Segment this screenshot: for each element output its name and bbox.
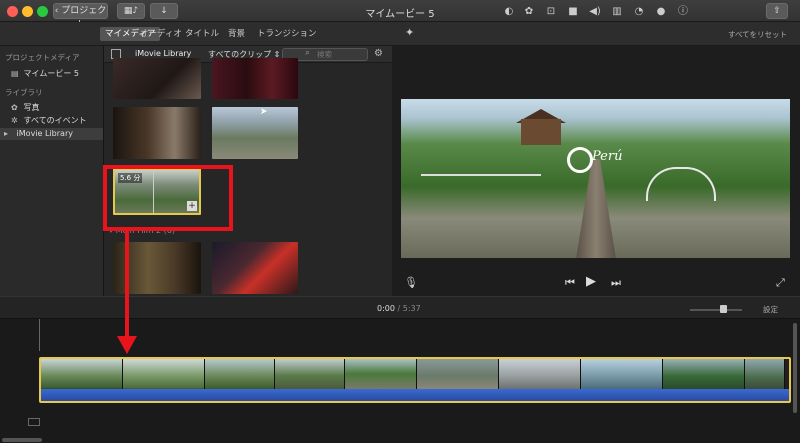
photos-icon: ✿ [11,103,18,112]
audio-waveform [41,389,789,401]
scene-tracks [576,159,616,258]
time-separator: / [394,304,403,313]
search-input[interactable] [317,50,365,59]
timeline-view-icon[interactable] [28,418,40,426]
sidebar-item-label: マイムービー 5 [23,69,80,78]
scene-house [521,119,561,145]
reset-all-button[interactable]: すべてをリセット [728,29,787,40]
playhead[interactable] [39,319,40,351]
drag-arrow-annotation [125,229,129,339]
scene-fence [421,174,541,194]
sidebar-item-label: iMovie Library [16,129,73,138]
filter-icon[interactable]: ● [652,3,670,21]
browser-title: iMovie Library [135,49,192,58]
sidebar-item-label: 写真 [23,103,40,112]
tab-titles[interactable]: タイトル [180,27,224,41]
timeline-header: 0:00 / 5:37 設定 [0,297,800,319]
scene-railing [646,167,716,201]
share-icon: ⇧ [773,6,781,16]
timeline-settings-button[interactable]: 設定 [763,304,778,315]
skip-back-icon[interactable]: ⏮ [565,276,575,290]
tab-transitions[interactable]: トランジション [252,27,322,41]
peru-brand-logo [567,147,593,173]
timeline-panel: 0:00 / 5:37 設定 [0,296,800,443]
project-media-heading: プロジェクトメディア [5,53,80,62]
zoom-slider-track[interactable] [690,309,742,311]
clapper-icon: ▤ [11,69,19,78]
clip-thumbnail[interactable] [113,58,201,99]
content-tab-bar: マイメディア オーディオ タイトル 背景 トランジション [0,22,800,46]
magic-wand-icon[interactable]: ✦ [405,26,414,39]
horizontal-scrollbar[interactable] [2,438,42,442]
microphone-icon[interactable]: 🎙 [404,276,418,289]
speed-icon[interactable]: ◔ [630,3,648,21]
palette-icon[interactable]: ✿ [520,3,538,21]
equalizer-icon[interactable]: ▥ [608,3,626,21]
clip-thumbnail[interactable] [212,107,298,159]
fullscreen-icon[interactable]: ⤢ [776,276,785,290]
arrow-head-icon [117,336,137,354]
vertical-scrollbar[interactable] [793,323,797,413]
library-sidebar: プロジェクトメディア ▤ マイムービー 5 ライブラリ ✿ 写真 ✲ すべてのイ… [0,46,104,296]
crop-icon[interactable]: ⊡ [542,3,560,21]
search-icon: ⌕ [305,48,311,58]
library-heading: ライブラリ [5,88,43,97]
star-icon: ✲ [11,116,18,125]
skip-forward-icon[interactable]: ⏭ [611,276,621,290]
camera-icon[interactable]: ■ [564,3,582,21]
timecode-display: 0:00 / 5:37 [377,304,421,313]
sidebar-item-all-events[interactable]: ✲ すべてのイベント [0,115,103,127]
peru-brand-wordmark: Perú [592,149,623,164]
share-button[interactable]: ⇧ [766,3,788,19]
sidebar-item-label: すべてのイベント [23,116,87,125]
color-balance-icon[interactable]: ◐ [500,3,518,21]
video-preview[interactable]: Perú [401,99,790,258]
tab-backgrounds[interactable]: 背景 [223,27,250,41]
mouse-pointer-icon: ➤ [260,107,268,117]
imovie-window: ‹ プロジェクト ▦♪ ↓ マイムービー 5 ⇧ マイメディア オーディオ タイ… [0,0,800,443]
clip-thumbnail[interactable] [212,58,298,99]
total-time: 5:37 [402,304,421,313]
current-time: 0:00 [377,304,395,313]
play-icon[interactable]: ▶ [586,274,596,289]
highlight-annotation-box [103,165,233,231]
gear-icon[interactable]: ⚙ [374,48,383,59]
viewer-panel: Perú 🎙 ⏮ ▶ ⏭ ⤢ [392,46,800,296]
clip-thumbnail[interactable] [212,242,298,294]
zoom-slider-knob[interactable] [720,305,727,313]
volume-icon[interactable]: ◀) [586,3,604,21]
sidebar-item-project[interactable]: ▤ マイムービー 5 [0,68,103,80]
sidebar-item-imovie-library[interactable]: ▸ iMovie Library [0,128,103,140]
disclosure-triangle-icon: ▸ [4,129,9,138]
sidebar-item-photos[interactable]: ✿ 写真 [0,102,103,114]
clip-thumbnail[interactable] [113,107,201,159]
info-icon[interactable]: ⓘ [674,3,692,21]
timeline-clip[interactable] [39,357,791,403]
